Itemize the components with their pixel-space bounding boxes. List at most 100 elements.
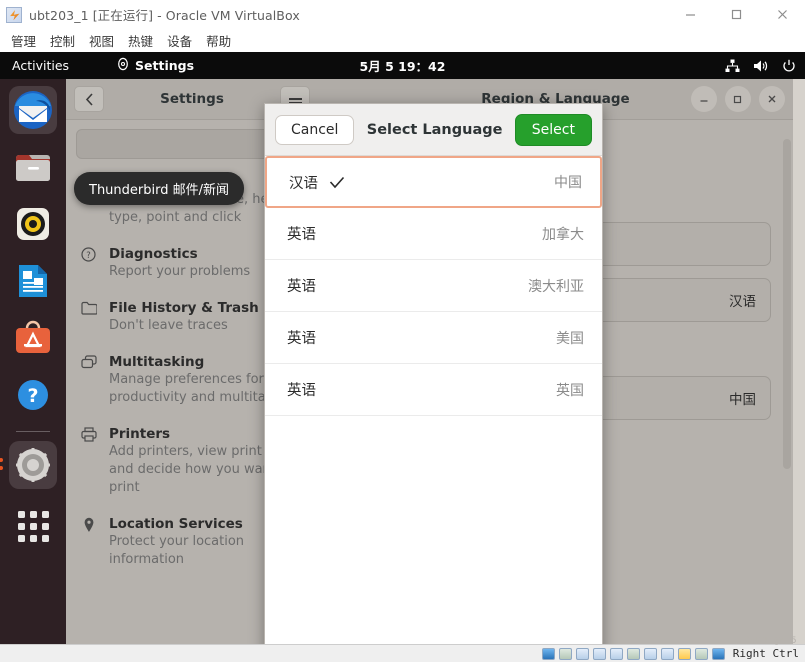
host-key-label: Right Ctrl [732,647,799,660]
grid-dot [17,522,25,530]
grid-dot [29,534,37,542]
minimize-button[interactable] [667,0,713,29]
grid-dot [17,510,25,518]
grid-dot [41,522,49,530]
virtualbox-window-title: ubt203_1 [正在运行] - Oracle VM VirtualBox [29,8,300,23]
list-item[interactable]: 英语 英国 [265,364,602,416]
dock-item-settings[interactable] [0,441,57,489]
list-item[interactable]: 英语 美国 [265,312,602,364]
region-window-buttons [691,86,785,112]
dock-item-thunderbird[interactable] [9,86,57,134]
mouse-icon[interactable] [694,647,708,660]
keyboard-icon[interactable] [711,647,725,660]
close-button[interactable] [759,0,805,29]
language-name: 英语 [287,383,316,399]
dialog-title: Select Language [366,121,503,138]
sidebar-item-subtitle: Report your problems [109,264,251,279]
select-button[interactable]: Select [514,113,592,146]
sidebar-item-subtitle: Don't leave traces [109,318,228,333]
file-history-icon [80,299,97,335]
menu-manage[interactable]: 管理 [4,29,43,52]
location-pin-icon [80,515,97,569]
dock-item-rhythmbox[interactable] [9,200,57,248]
virtualbox-window-buttons [667,0,805,29]
ubuntu-dock: ? [0,79,66,644]
restore-button[interactable] [725,86,751,112]
vertical-scrollbar[interactable] [783,139,791,469]
language-name: 汉语 [289,175,318,192]
screenshot-root: ubt203_1 [正在运行] - Oracle VM VirtualBox 管… [0,0,805,662]
system-tray[interactable] [725,52,796,79]
virtualbox-statusbar: Right Ctrl [0,644,805,662]
language-region: 美国 [556,330,584,347]
language-row-value: 汉语 [729,294,756,310]
language-name: 英语 [287,331,316,347]
back-button[interactable] [74,86,104,112]
running-indicator [0,466,3,470]
maximize-button[interactable] [713,0,759,29]
display-icon[interactable] [643,647,657,660]
check-icon [329,176,345,189]
dock-item-files[interactable] [9,143,57,191]
virtualbox-menubar: 管理 控制 视图 热键 设备 帮助 [0,29,805,52]
menu-hotkey[interactable]: 热键 [121,29,160,52]
list-item[interactable]: 英语 澳大利亚 [265,260,602,312]
grid-dot [29,522,37,530]
floppy-icon[interactable] [575,647,589,660]
dock-separator [16,431,50,432]
optical-drive-icon[interactable] [558,647,572,660]
formats-row-value: 中国 [729,392,756,408]
menu-control[interactable]: 控制 [43,29,82,52]
language-region: 英国 [556,382,584,399]
topbar-app-name: Settings [135,58,195,73]
language-list: 汉语 中国 英语 加拿大 英语 澳大利亚 英语 美国 英语 英国 [265,156,602,644]
minimize-button[interactable] [691,86,717,112]
recording-icon[interactable] [660,647,674,660]
running-indicator [0,458,3,462]
language-region: 中国 [554,175,582,191]
language-region: 澳大利亚 [528,278,584,295]
multitasking-icon [80,353,97,407]
show-applications-button[interactable] [9,502,57,550]
virtualbox-titlebar: ubt203_1 [正在运行] - Oracle VM VirtualBox [0,0,805,29]
gnome-topbar: Activities Settings 5月 5 19：42 [0,52,805,79]
settings-gear-icon [116,57,130,74]
grid-dot [29,510,37,518]
list-item[interactable]: 汉语 中国 [265,156,602,208]
sidebar-item-title: File History & Trash [109,300,259,316]
printer-icon [80,425,97,497]
dock-item-ubuntu-software[interactable] [9,314,57,362]
sidebar-item-title: Diagnostics [109,246,198,262]
language-name: 英语 [287,227,316,243]
volume-icon [753,59,769,73]
menu-help[interactable]: 帮助 [199,29,238,52]
virtualization-icon[interactable] [677,647,691,660]
dock-tooltip: Thunderbird 邮件/新闻 [74,172,244,205]
network-icon [725,59,740,73]
network-icon[interactable] [592,647,606,660]
shared-folders-icon[interactable] [626,647,640,660]
cancel-button[interactable]: Cancel [275,114,355,145]
svg-text:?: ? [27,385,38,407]
activities-button[interactable]: Activities [12,58,69,73]
guest-screen: Activities Settings 5月 5 19：42 ? Setting… [0,52,805,644]
grid-dot [41,510,49,518]
dock-item-help[interactable]: ? [9,371,57,419]
grid-dot [17,534,25,542]
close-button[interactable] [759,86,785,112]
harddisk-icon[interactable] [541,647,555,660]
menu-devices[interactable]: 设备 [160,29,199,52]
dock-item-libreoffice-writer[interactable] [9,257,57,305]
usb-icon[interactable] [609,647,623,660]
power-icon [782,59,796,73]
topbar-app-menu[interactable]: Settings [116,57,194,74]
virtualbox-icon [6,6,22,23]
language-region: 加拿大 [542,226,584,243]
list-item[interactable]: 英语 加拿大 [265,208,602,260]
diagnostics-icon: ? [80,245,97,281]
select-language-dialog: Cancel Select Language Select 汉语 中国 英语 加… [264,103,603,644]
language-name: 英语 [287,279,316,295]
menu-view[interactable]: 视图 [82,29,121,52]
grid-dot [41,534,49,542]
dialog-header: Cancel Select Language Select [265,104,602,156]
